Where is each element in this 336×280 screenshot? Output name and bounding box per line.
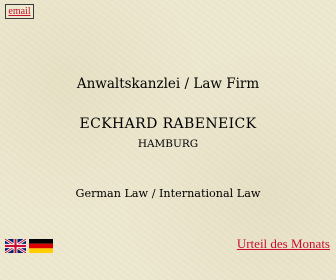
- germany-flag-icon[interactable]: [29, 239, 53, 253]
- email-link[interactable]: email: [5, 4, 34, 19]
- city-label: HAMBURG: [137, 138, 199, 150]
- practice-areas: German Law / International Law: [75, 187, 261, 200]
- urteil-des-monats-link[interactable]: Urteil des Monats: [237, 236, 330, 252]
- uk-flag-icon[interactable]: [5, 239, 26, 253]
- lawyer-name: ECKHARD RABENEICK: [79, 116, 257, 132]
- firm-type-heading: Anwaltskanzlei / Law Firm: [76, 76, 260, 92]
